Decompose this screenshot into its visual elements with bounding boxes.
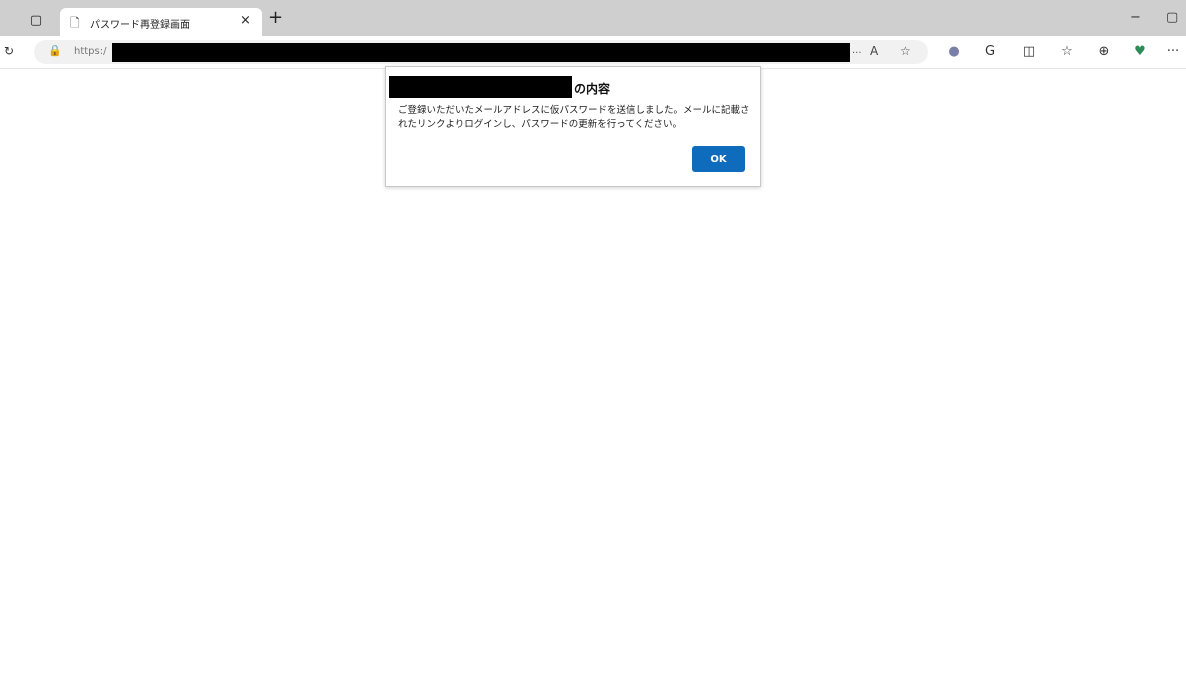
sidebar-toggle-icon[interactable]: ▢ [26,10,46,30]
url-field[interactable]: 🔒 https:/ ... A ☆ [34,40,928,64]
dialog-title: の内容 [574,82,611,96]
dialog-message: ご登録いただいたメールアドレスに仮パスワードを送信しました。メールに記載されたリ… [398,105,750,130]
close-tab-icon[interactable]: × [240,13,251,28]
minimize-icon[interactable]: − [1130,10,1141,25]
favorites-icon[interactable]: ☆ [1058,44,1076,59]
dialog-title-redaction [389,76,572,98]
reload-icon[interactable]: ↻ [4,44,14,58]
url-ellipsis: ... [852,45,862,56]
extension-icon[interactable]: ● [945,44,963,59]
url-prefix: https:/ [74,46,107,57]
collections-icon[interactable]: ⊕ [1095,44,1113,59]
alert-dialog: の内容 ご登録いただいたメールアドレスに仮パスワードを送信しました。メールに記載… [385,66,761,187]
browser-essentials-icon[interactable]: ♥ [1131,44,1149,59]
tab-title: パスワード再登録画面 [90,20,190,31]
address-bar: ↻ 🔒 https:/ ... A ☆ [0,36,1186,69]
tab-active[interactable]: 🗋 パスワード再登録画面 × [60,8,262,36]
url-redaction [112,43,850,62]
new-tab-button[interactable]: + [268,9,283,27]
page-icon: 🗋 [70,16,80,30]
refresh-extension-icon[interactable]: G [981,44,999,59]
more-menu-icon[interactable]: ··· [1164,44,1182,59]
favorite-star-icon[interactable]: ☆ [900,44,911,58]
ok-button[interactable]: OK [692,146,745,172]
maximize-icon[interactable]: ▢ [1166,10,1178,25]
lock-icon[interactable]: 🔒 [48,44,62,57]
read-aloud-icon[interactable]: A [870,44,878,58]
tab-bar: ▢ 🗋 パスワード再登録画面 × + − ▢ [0,0,1186,36]
split-screen-icon[interactable]: ◫ [1020,44,1038,59]
